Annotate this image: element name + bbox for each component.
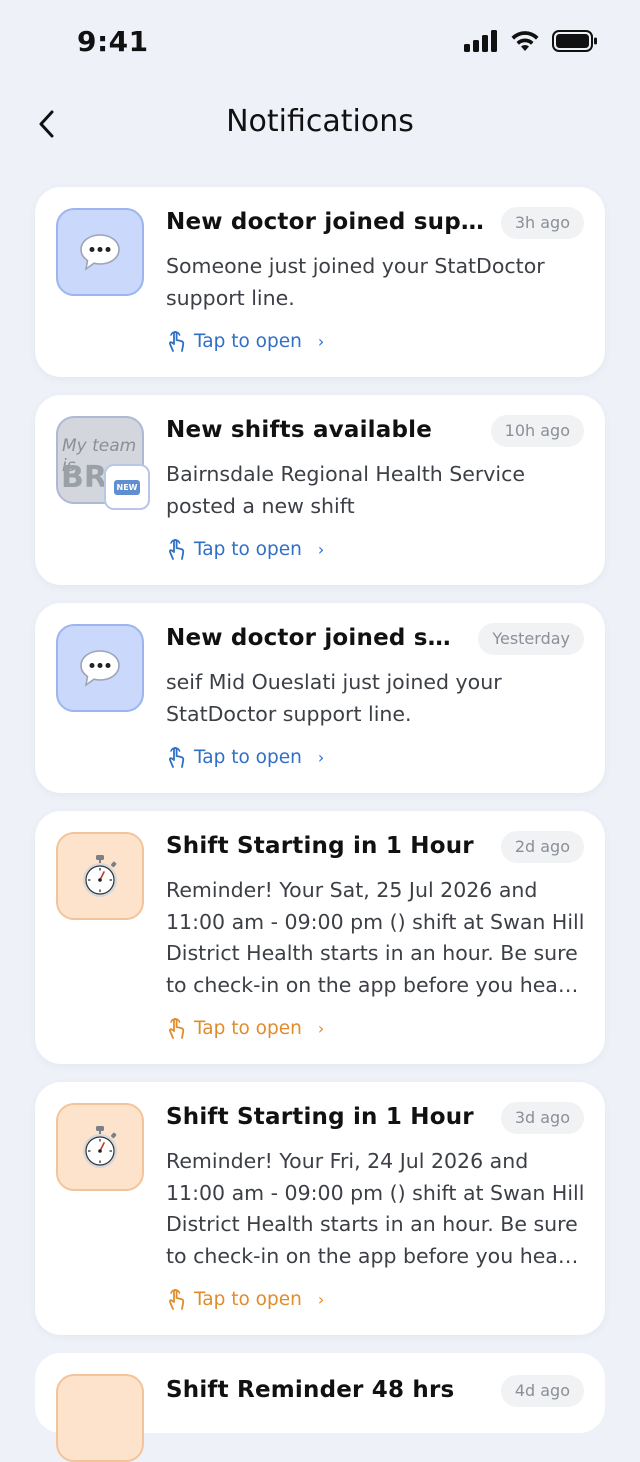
notification-card[interactable]: My team is BRI NEW New shifts available … <box>35 395 605 585</box>
notification-title: New shifts available <box>166 417 433 443</box>
tap-to-open-label: Tap to open <box>194 330 302 352</box>
header: Notifications <box>0 88 640 158</box>
chevron-right-icon: › <box>317 1289 325 1309</box>
notification-title: New doctor joined sup… <box>166 625 461 651</box>
tap-to-open-link[interactable]: Tap to open › <box>166 329 324 353</box>
notification-body: Reminder! Your Sat, 25 Jul 2026 and 11:0… <box>166 878 585 997</box>
tap-to-open-link[interactable]: Tap to open › <box>166 1016 324 1040</box>
notification-title: Shift Starting in 1 Hour <box>166 1104 474 1130</box>
new-badge-icon: NEW <box>104 464 150 510</box>
chevron-right-icon: › <box>317 539 325 559</box>
battery-icon <box>552 30 597 52</box>
notification-title: Shift Reminder 48 hrs <box>166 1377 455 1403</box>
tap-to-open-label: Tap to open <box>194 746 302 768</box>
speech-bubble-icon <box>80 650 120 687</box>
notification-card-partial[interactable]: Shift Reminder 48 hrs 4d ago <box>35 1353 605 1462</box>
time-badge: 2d ago <box>500 831 584 863</box>
notification-card[interactable]: Shift Starting in 1 Hour 2d ago Reminder… <box>35 811 605 1064</box>
status-bar: 9:41 <box>0 0 640 88</box>
time-badge: 4d ago <box>500 1375 584 1407</box>
tap-hand-icon <box>168 331 185 352</box>
notification-body: Someone just joined your StatDoctor supp… <box>166 254 545 310</box>
wifi-icon <box>511 31 539 51</box>
time-badge: 3d ago <box>500 1102 584 1134</box>
tap-to-open-label: Tap to open <box>194 1288 302 1310</box>
chevron-right-icon: › <box>317 747 325 767</box>
page-title: Notifications <box>226 104 414 139</box>
notification-list: New doctor joined support 3h ago Someone… <box>35 187 605 1353</box>
tap-hand-icon <box>168 1018 185 1039</box>
notification-avatar: My team is BRI NEW <box>56 416 150 510</box>
tap-to-open-link[interactable]: Tap to open › <box>166 1287 324 1311</box>
cellular-signal-icon <box>464 30 497 52</box>
notification-card[interactable]: New doctor joined sup… Yesterday seif Mi… <box>35 603 605 793</box>
tap-hand-icon <box>168 539 185 560</box>
status-time: 9:41 <box>77 25 149 58</box>
stopwatch-icon <box>83 1126 117 1168</box>
tap-to-open-link[interactable]: Tap to open › <box>166 745 324 769</box>
notification-title: Shift Starting in 1 Hour <box>166 833 474 859</box>
time-badge: Yesterday <box>478 623 584 655</box>
tap-to-open-label: Tap to open <box>194 538 302 560</box>
notification-avatar <box>56 624 144 712</box>
notification-body: seif Mid Oueslati just joined your StatD… <box>166 670 502 726</box>
stopwatch-icon <box>83 855 117 897</box>
tap-hand-icon <box>168 747 185 768</box>
chevron-right-icon: › <box>317 331 325 351</box>
notification-title: New doctor joined support <box>166 209 486 235</box>
status-icons <box>464 30 598 52</box>
notification-card[interactable]: New doctor joined support 3h ago Someone… <box>35 187 605 377</box>
notification-avatar <box>56 832 144 920</box>
new-badge-label: NEW <box>113 479 141 495</box>
notification-avatar <box>56 1103 144 1191</box>
notification-avatar <box>56 208 144 296</box>
notification-body: Bairnsdale Regional Health Service poste… <box>166 462 526 518</box>
notification-card[interactable]: Shift Starting in 1 Hour 3d ago Reminder… <box>35 1082 605 1335</box>
tap-hand-icon <box>168 1289 185 1310</box>
tap-to-open-link[interactable]: Tap to open › <box>166 537 324 561</box>
speech-bubble-icon <box>80 234 120 271</box>
tap-to-open-label: Tap to open <box>194 1017 302 1039</box>
chevron-right-icon: › <box>317 1018 325 1038</box>
notification-avatar <box>56 1374 144 1462</box>
time-badge: 3h ago <box>500 207 584 239</box>
notification-body: Reminder! Your Fri, 24 Jul 2026 and 11:0… <box>166 1149 585 1268</box>
time-badge: 10h ago <box>490 415 584 447</box>
